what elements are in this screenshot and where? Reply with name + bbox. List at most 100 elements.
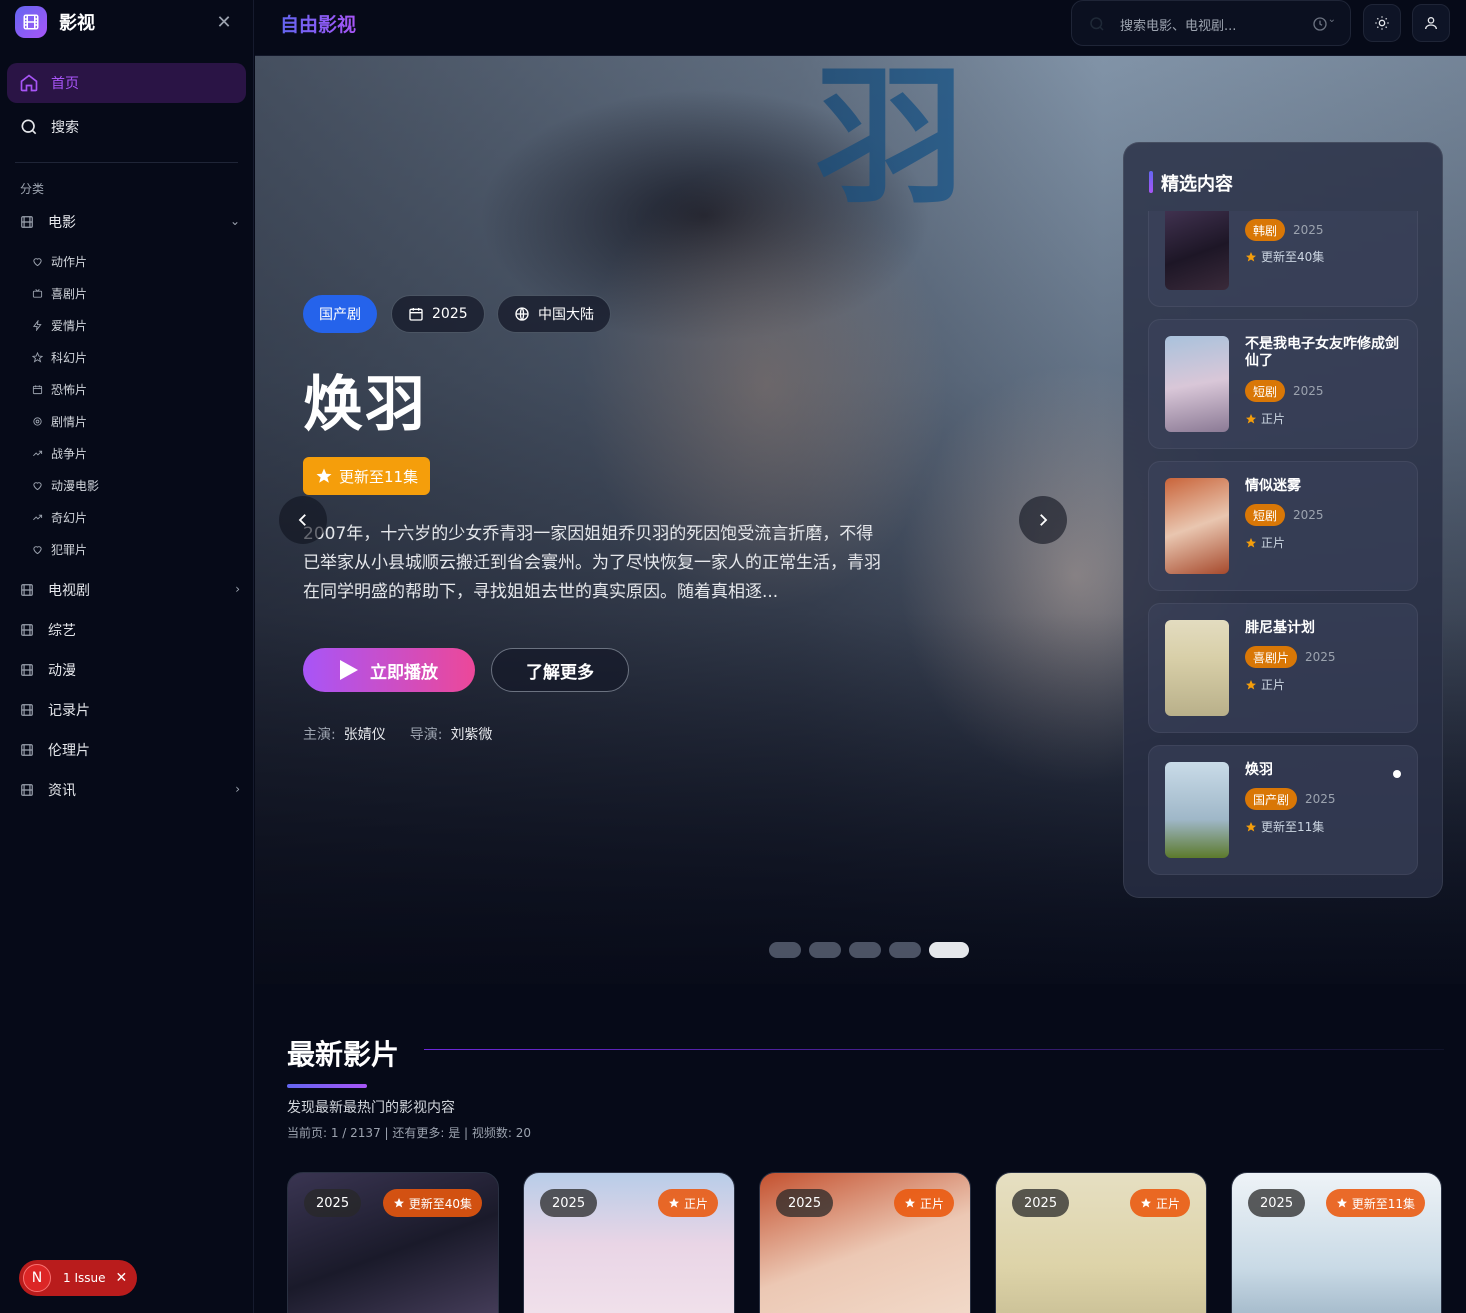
hero-description: 2007年，十六岁的少女乔青羽一家因姐姐乔贝羽的死因饱受流言折磨，不得已举家从小… bbox=[303, 524, 881, 602]
slide-dot[interactable] bbox=[849, 942, 881, 958]
slide-dot[interactable] bbox=[889, 942, 921, 958]
category-news[interactable]: 资讯 › bbox=[20, 778, 242, 802]
category-movie[interactable]: 电影 ⌄ bbox=[20, 210, 242, 234]
featured-meta: 短剧 2025 bbox=[1245, 504, 1324, 526]
subcategory-comedy[interactable]: 喜剧片 bbox=[32, 283, 87, 303]
subcategory-anime-movie[interactable]: 动漫电影 bbox=[32, 475, 99, 495]
featured-item[interactable]: 腓尼基计划 喜剧片 2025 正片 bbox=[1148, 603, 1418, 733]
close-icon[interactable]: ✕ bbox=[115, 1270, 127, 1286]
play-now-button[interactable]: 立即播放 bbox=[303, 648, 475, 692]
top-bar: 自由影视 搜索电影、电视剧... ⌄ bbox=[255, 0, 1466, 56]
featured-list[interactable]: 韩剧 2025 更新至40集 不是我电子女友咋修成剑仙了 短剧 2025 正片 bbox=[1148, 211, 1420, 875]
heart-icon bbox=[33, 545, 42, 554]
featured-status-label: 正片 bbox=[1261, 536, 1286, 550]
slide-dot-active[interactable] bbox=[929, 942, 969, 958]
featured-item[interactable]: 韩剧 2025 更新至40集 bbox=[1148, 211, 1418, 307]
user-button[interactable] bbox=[1412, 4, 1450, 42]
featured-item-active[interactable]: 焕羽 国产剧 2025 更新至11集 bbox=[1148, 745, 1418, 875]
featured-status-label: 更新至11集 bbox=[1261, 820, 1325, 834]
hero-region-chip: 中国大陆 bbox=[497, 295, 611, 333]
site-title[interactable]: 自由影视 bbox=[280, 10, 356, 37]
categories-label: 分类 bbox=[20, 182, 45, 196]
search-input[interactable]: 搜索电影、电视剧... ⌄ bbox=[1071, 0, 1351, 46]
card-badge-label: 正片 bbox=[1155, 1196, 1180, 1211]
subcategory-romance[interactable]: 爱情片 bbox=[32, 315, 87, 335]
slide-dot[interactable] bbox=[769, 942, 801, 958]
issue-logo: N bbox=[23, 1264, 51, 1292]
card-badge: 正片 bbox=[893, 1189, 954, 1217]
chevron-down-icon: ⌄ bbox=[1327, 14, 1336, 25]
subcategory-label: 恐怖片 bbox=[51, 382, 88, 397]
hero-prev-button[interactable] bbox=[279, 496, 327, 544]
search-icon bbox=[1090, 17, 1104, 31]
card-year: 2025 bbox=[1012, 1189, 1070, 1217]
hero-banner[interactable]: 羽 国产剧 2025 中国大陆 焕羽 更新至11集 2007年，十六岁的少女乔青… bbox=[255, 56, 1466, 984]
featured-meta: 韩剧 2025 bbox=[1245, 219, 1324, 241]
featured-status: 更新至11集 bbox=[1245, 818, 1324, 835]
subcategory-label: 动作片 bbox=[51, 254, 88, 269]
category-variety[interactable]: 综艺 bbox=[20, 618, 242, 642]
subcategory-fantasy[interactable]: 奇幻片 bbox=[32, 507, 87, 527]
movie-card[interactable]: 2025 正片 bbox=[523, 1172, 735, 1313]
category-tv[interactable]: 电视剧 › bbox=[20, 578, 242, 602]
featured-tag: 喜剧片 bbox=[1245, 646, 1298, 668]
featured-status-label: 正片 bbox=[1261, 678, 1286, 692]
featured-year: 2025 bbox=[1293, 223, 1324, 237]
slide-dot[interactable] bbox=[809, 942, 841, 958]
hero-credits: 主演: 张婧仪 导演: 刘紫微 bbox=[303, 724, 516, 744]
user-icon bbox=[1425, 17, 1437, 30]
film-icon bbox=[21, 704, 33, 716]
category-anime[interactable]: 动漫 bbox=[20, 658, 242, 682]
category-label: 综艺 bbox=[48, 623, 76, 639]
category-ethics[interactable]: 伦理片 bbox=[20, 738, 242, 762]
subcategory-label: 喜剧片 bbox=[51, 286, 88, 301]
film-icon bbox=[21, 664, 33, 676]
subcategory-drama[interactable]: 剧情片 bbox=[32, 411, 87, 431]
card-year: 2025 bbox=[1248, 1189, 1306, 1217]
featured-name: 情似迷雾 bbox=[1245, 478, 1301, 494]
subcategory-crime[interactable]: 犯罪片 bbox=[32, 539, 87, 559]
heart-icon bbox=[33, 257, 42, 266]
hero-year-chip: 2025 bbox=[391, 295, 485, 333]
movie-card[interactable]: 2025 正片 bbox=[759, 1172, 971, 1313]
featured-name: 不是我电子女友咋修成剑仙了 bbox=[1245, 336, 1399, 369]
sidebar-divider bbox=[15, 162, 238, 163]
brand[interactable]: 影视 bbox=[15, 6, 95, 38]
chevron-down-icon: ⌄ bbox=[229, 214, 240, 228]
category-label: 伦理片 bbox=[48, 743, 90, 759]
year-label: 2025 bbox=[432, 306, 468, 322]
featured-status-label: 正片 bbox=[1261, 412, 1286, 426]
movie-card[interactable]: 2025 正片 bbox=[995, 1172, 1207, 1313]
subcategory-war[interactable]: 战争片 bbox=[32, 443, 87, 463]
movie-card[interactable]: 2025 更新至40集 bbox=[287, 1172, 499, 1313]
close-icon[interactable]: ✕ bbox=[214, 13, 234, 33]
more-label: 了解更多 bbox=[526, 662, 594, 683]
nav-home[interactable]: 首页 bbox=[7, 63, 246, 103]
category-documentary[interactable]: 记录片 bbox=[20, 698, 242, 722]
subcategory-label: 战争片 bbox=[51, 446, 88, 461]
theme-toggle-button[interactable] bbox=[1363, 4, 1401, 42]
hero-next-button[interactable] bbox=[1019, 496, 1067, 544]
gear-icon bbox=[33, 416, 42, 426]
learn-more-button[interactable]: 了解更多 bbox=[491, 648, 629, 692]
clock-icon[interactable] bbox=[1312, 16, 1328, 32]
region-label: 中国大陆 bbox=[538, 307, 594, 323]
featured-status-label: 更新至40集 bbox=[1261, 250, 1325, 264]
nav-search-label: 搜索 bbox=[51, 120, 79, 136]
subcategory-label: 犯罪片 bbox=[51, 542, 88, 557]
search-icon bbox=[21, 119, 37, 135]
movie-card[interactable]: 2025 更新至11集 bbox=[1231, 1172, 1442, 1313]
subcategory-horror[interactable]: 恐怖片 bbox=[32, 379, 87, 399]
search-placeholder: 搜索电影、电视剧... bbox=[1120, 19, 1237, 34]
nav-search[interactable]: 搜索 bbox=[7, 107, 246, 147]
featured-item[interactable]: 不是我电子女友咋修成剑仙了 短剧 2025 正片 bbox=[1148, 319, 1418, 449]
featured-panel: 精选内容 韩剧 2025 更新至40集 不是我电子女友咋修成剑仙了 短剧 202 bbox=[1123, 142, 1443, 898]
latest-section-title: 最新影片 bbox=[287, 1038, 400, 1071]
featured-tag: 短剧 bbox=[1245, 504, 1286, 526]
subcategory-scifi[interactable]: 科幻片 bbox=[32, 347, 87, 367]
issue-indicator[interactable]: N 1 Issue ✕ bbox=[19, 1260, 137, 1296]
featured-item[interactable]: 情似迷雾 短剧 2025 正片 bbox=[1148, 461, 1418, 591]
featured-thumbnail bbox=[1165, 620, 1229, 716]
subcategory-action[interactable]: 动作片 bbox=[32, 251, 87, 271]
card-year: 2025 bbox=[776, 1189, 834, 1217]
